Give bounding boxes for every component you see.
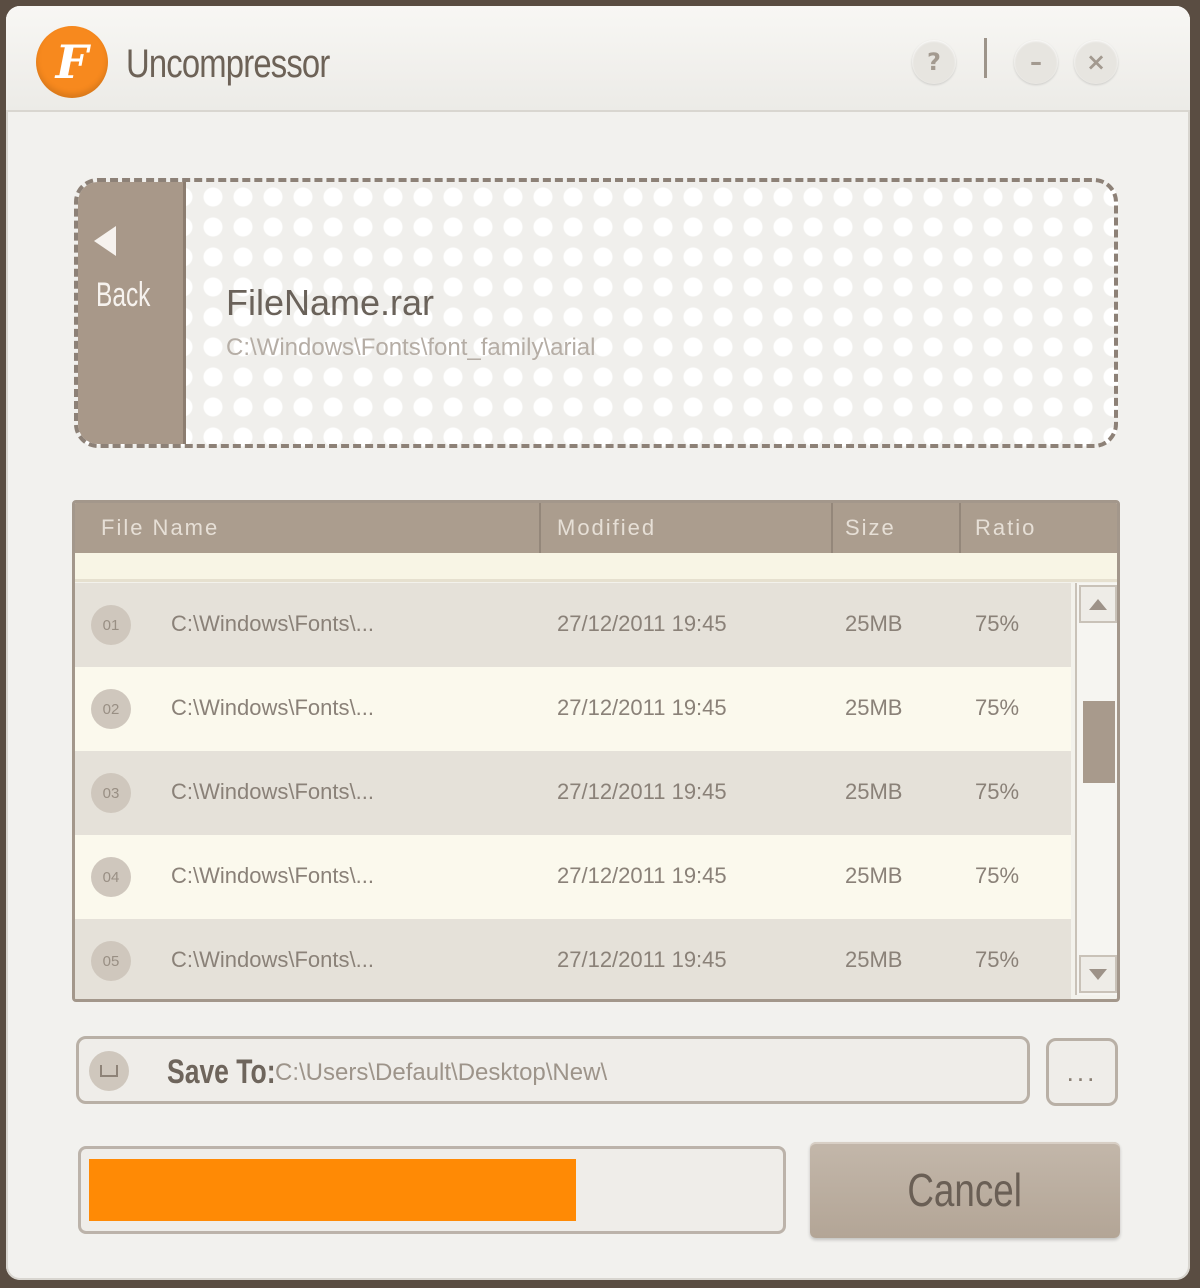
title-separator xyxy=(984,38,987,78)
row-number-badge: 03 xyxy=(91,773,131,813)
row-number-badge: 02 xyxy=(91,689,131,729)
cell-ratio: 75% xyxy=(975,611,1020,636)
vertical-scrollbar[interactable] xyxy=(1075,583,1117,995)
column-divider xyxy=(831,503,833,553)
extraction-progress-bar xyxy=(78,1146,786,1234)
cell-file-name: C:\Windows\Fonts\... xyxy=(171,779,374,804)
cell-modified: 27/12/2011 19:45 xyxy=(557,947,727,972)
cell-file-name: C:\Windows\Fonts\... xyxy=(171,863,374,888)
minimize-button[interactable]: – xyxy=(1014,40,1058,84)
arrow-down-icon xyxy=(1089,968,1107,980)
column-header-ratio[interactable]: Ratio xyxy=(975,515,1036,541)
cell-size: 25MB xyxy=(845,611,903,636)
column-header-size[interactable]: Size xyxy=(845,515,896,541)
cell-file-name: C:\Windows\Fonts\... xyxy=(171,695,374,720)
help-icon: ? xyxy=(927,48,941,76)
arrow-up-icon xyxy=(1089,598,1107,610)
close-button[interactable]: × xyxy=(1074,40,1118,84)
cell-ratio: 75% xyxy=(975,779,1020,804)
cell-file-name: C:\Windows\Fonts\... xyxy=(171,947,374,972)
table-row[interactable]: 01 C:\Windows\Fonts\... 27/12/2011 19:45… xyxy=(75,583,1071,667)
cell-size: 25MB xyxy=(845,863,903,888)
cell-modified: 27/12/2011 19:45 xyxy=(557,611,727,636)
cell-size: 25MB xyxy=(845,947,903,972)
file-table: File Name Modified Size Ratio 01 C:\Wind… xyxy=(72,500,1120,1002)
back-button[interactable]: Back xyxy=(78,182,186,444)
logo-letter: F xyxy=(55,35,89,89)
help-button[interactable]: ? xyxy=(912,40,956,84)
cancel-button[interactable]: Cancel xyxy=(810,1142,1120,1238)
scroll-down-button[interactable] xyxy=(1079,955,1117,993)
table-row[interactable]: 05 C:\Windows\Fonts\... 27/12/2011 19:45… xyxy=(75,919,1071,999)
row-number-badge: 04 xyxy=(91,857,131,897)
back-label: Back xyxy=(96,276,151,314)
row-number-badge: 01 xyxy=(91,605,131,645)
column-header-file-name[interactable]: File Name xyxy=(101,515,219,541)
uncompressor-window: F Uncompressor ? – × Back FileName.rar C… xyxy=(6,6,1190,1280)
header-torn-edge xyxy=(75,553,1117,582)
save-to-field[interactable]: Save To: C:\Users\Default\Desktop\New\ xyxy=(76,1036,1030,1104)
back-arrow-icon xyxy=(94,226,116,256)
cell-ratio: 75% xyxy=(975,695,1020,720)
cell-ratio: 75% xyxy=(975,863,1020,888)
cell-size: 25MB xyxy=(845,695,903,720)
column-divider xyxy=(959,503,961,553)
cell-modified: 27/12/2011 19:45 xyxy=(557,863,727,888)
minimize-icon: – xyxy=(1030,48,1042,76)
cell-modified: 27/12/2011 19:45 xyxy=(557,695,727,720)
browse-button[interactable]: ... xyxy=(1046,1038,1118,1106)
close-icon: × xyxy=(1085,48,1107,76)
table-header: File Name Modified Size Ratio xyxy=(75,503,1117,553)
archive-file-path: C:\Windows\Fonts\font_family\arial xyxy=(226,334,596,361)
app-title: Uncompressor xyxy=(126,42,330,86)
archive-file-name: FileName.rar xyxy=(226,282,435,323)
cell-file-name: C:\Windows\Fonts\... xyxy=(171,611,374,636)
archive-drop-zone[interactable]: Back FileName.rar C:\Windows\Fonts\font_… xyxy=(74,178,1118,448)
progress-fill xyxy=(89,1159,576,1221)
title-bar: F Uncompressor ? – × xyxy=(6,6,1190,112)
table-row[interactable]: 02 C:\Windows\Fonts\... 27/12/2011 19:45… xyxy=(75,667,1071,751)
cell-size: 25MB xyxy=(845,779,903,804)
column-divider xyxy=(539,503,541,553)
cell-ratio: 75% xyxy=(975,947,1020,972)
table-rows: 01 C:\Windows\Fonts\... 27/12/2011 19:45… xyxy=(75,583,1071,999)
save-to-label: Save To: xyxy=(167,1053,276,1091)
table-row[interactable]: 03 C:\Windows\Fonts\... 27/12/2011 19:45… xyxy=(75,751,1071,835)
scroll-up-button[interactable] xyxy=(1079,585,1117,623)
cancel-label: Cancel xyxy=(907,1164,1023,1216)
app-logo-icon: F xyxy=(36,26,108,98)
row-number-badge: 05 xyxy=(91,941,131,981)
scroll-thumb[interactable] xyxy=(1083,701,1115,783)
column-header-modified[interactable]: Modified xyxy=(557,515,656,541)
save-folder-icon xyxy=(89,1051,129,1091)
save-to-path: C:\Users\Default\Desktop\New\ xyxy=(275,1059,608,1086)
table-row[interactable]: 04 C:\Windows\Fonts\... 27/12/2011 19:45… xyxy=(75,835,1071,919)
cell-modified: 27/12/2011 19:45 xyxy=(557,779,727,804)
